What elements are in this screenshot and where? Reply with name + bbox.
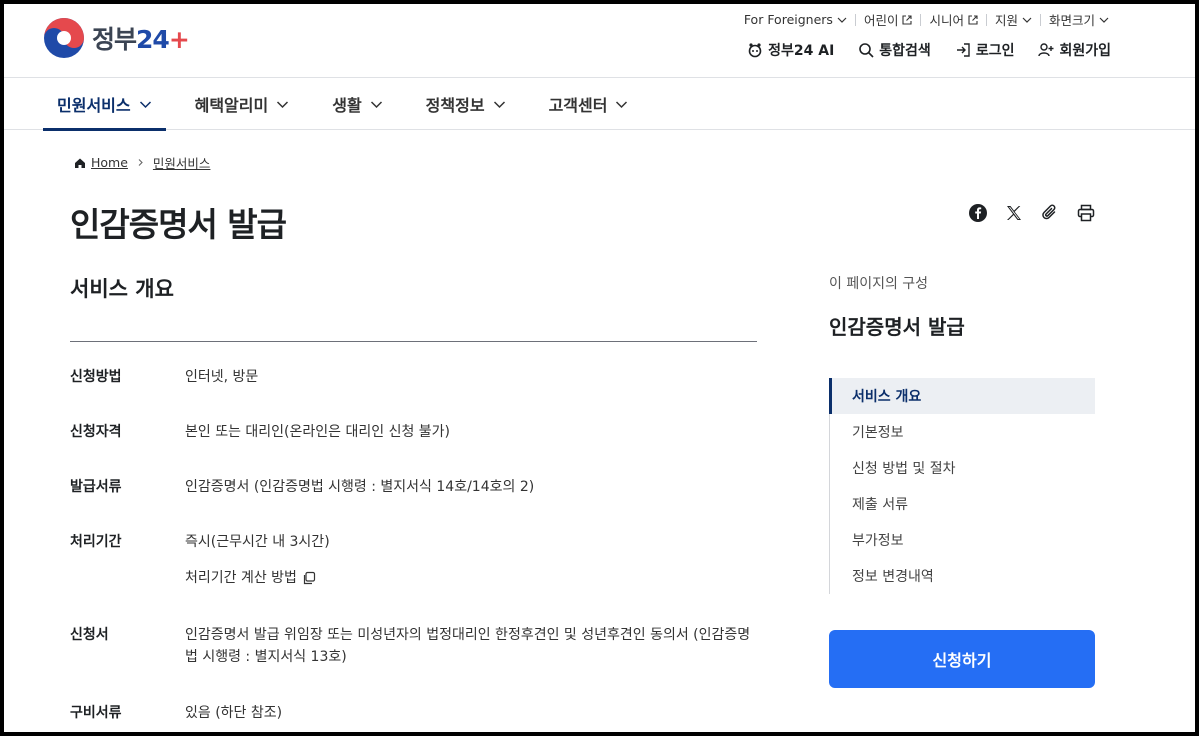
site-header: 정부24+ For Foreigners 어린이 시니어 지원 화면크기 정부2… <box>4 4 1195 78</box>
toc-title: 인감증명서 발급 <box>829 315 965 339</box>
gnb-item-civil-service[interactable]: 민원서비스 <box>43 78 166 131</box>
signup-button[interactable]: 회원가입 <box>1038 40 1111 60</box>
toc-item-documents[interactable]: 제출 서류 <box>830 486 1095 522</box>
taegeuk-logo-icon <box>44 18 84 58</box>
info-row: 신청자격 본인 또는 대리인(온라인은 대리인 신청 불가) <box>70 421 760 443</box>
login-button[interactable]: 로그인 <box>955 40 1014 60</box>
search-button[interactable]: 통합검색 <box>858 40 931 60</box>
info-value: 인감증명서 발급 위임장 또는 미성년자의 법정대리인 한정후견인 및 성년후견… <box>185 627 751 665</box>
page-title: 인감증명서 발급 <box>70 205 287 244</box>
gnb-item-policy[interactable]: 정책정보 <box>412 78 520 130</box>
header-actions: 정부24 AI 통합검색 로그인 회원가입 <box>747 40 1111 60</box>
apply-button[interactable]: 신청하기 <box>829 630 1095 688</box>
chevron-down-icon <box>370 100 382 108</box>
main-navigation: 민원서비스 혜택알리미 생활 정책정보 고객센터 <box>4 78 1195 131</box>
breadcrumb-home[interactable]: Home <box>74 155 128 170</box>
share-toolbar <box>968 203 1096 223</box>
chevron-down-icon <box>493 100 505 108</box>
login-icon <box>956 43 970 57</box>
info-row: 처리기간 즉시(근무시간 내 3시간) 처리기간 계산 방법 <box>70 531 760 589</box>
chevron-down-icon <box>1099 17 1109 23</box>
info-label: 신청방법 <box>70 369 122 385</box>
copy-link-button[interactable] <box>1040 203 1060 223</box>
info-label: 신청서 <box>70 627 109 643</box>
info-value: 있음 (하단 참조) <box>185 705 283 721</box>
ai-icon <box>748 43 762 58</box>
info-row: 발급서류 인감증명서 (인감증명법 시행령 : 별지서식 14호/14호의 2) <box>70 476 760 498</box>
toc-item-basic-info[interactable]: 기본정보 <box>830 414 1095 450</box>
info-value: 인감증명서 (인감증명법 시행령 : 별지서식 14호/14호의 2) <box>185 479 535 495</box>
section-divider <box>70 341 757 342</box>
info-label: 발급서류 <box>70 479 122 495</box>
section-title-overview: 서비스 개요 <box>70 277 174 301</box>
search-icon <box>859 43 874 58</box>
home-icon <box>75 158 85 168</box>
toc-item-overview[interactable]: 서비스 개요 <box>829 378 1095 414</box>
x-share-button[interactable] <box>1004 203 1024 223</box>
info-value: 본인 또는 대리인(온라인은 대리인 신청 불가) <box>185 424 451 440</box>
toc-caption: 이 페이지의 구성 <box>829 276 929 292</box>
info-label: 신청자격 <box>70 424 122 440</box>
info-row: 신청서 인감증명서 발급 위임장 또는 미성년자의 법정대리인 한정후견인 및 … <box>70 624 760 668</box>
x-icon <box>1007 206 1021 220</box>
toc-item-change-history[interactable]: 정보 변경내역 <box>830 558 1095 594</box>
user-add-icon <box>1038 43 1054 57</box>
info-value: 즉시(근무시간 내 3시간) <box>185 534 330 550</box>
utility-links: For Foreigners 어린이 시니어 지원 화면크기 <box>736 10 1117 29</box>
chevron-down-icon <box>1022 17 1032 23</box>
print-icon <box>1077 204 1095 222</box>
site-logo[interactable]: 정부24+ <box>42 16 190 60</box>
processing-time-calc-link[interactable]: 처리기간 계산 방법 <box>185 567 760 589</box>
util-link-senior[interactable]: 시니어 <box>921 10 986 29</box>
logo-text: 정부24+ <box>92 25 190 54</box>
link-icon <box>1042 204 1056 220</box>
gnb-item-customer-center[interactable]: 고객센터 <box>535 78 643 130</box>
print-button[interactable] <box>1076 203 1096 223</box>
gnb-item-benefits[interactable]: 혜택알리미 <box>181 78 304 130</box>
breadcrumb-current[interactable]: 민원서비스 <box>153 153 211 172</box>
facebook-share-button[interactable] <box>968 203 988 223</box>
facebook-icon <box>969 204 987 222</box>
chevron-down-icon <box>139 100 151 108</box>
util-link-support[interactable]: 지원 <box>987 10 1040 29</box>
chevron-down-icon <box>616 100 628 108</box>
util-link-kids[interactable]: 어린이 <box>856 10 921 29</box>
util-link-foreigners[interactable]: For Foreigners <box>736 12 855 27</box>
external-link-icon <box>902 14 913 25</box>
info-label: 처리기간 <box>70 534 122 550</box>
chevron-right-icon <box>138 159 143 166</box>
copy-window-icon <box>303 571 316 585</box>
chevron-down-icon <box>837 17 847 23</box>
page-toc: 서비스 개요 기본정보 신청 방법 및 절차 제출 서류 부가정보 정보 변경내… <box>829 378 1095 594</box>
info-row: 구비서류 있음 (하단 참조) <box>70 702 760 724</box>
toc-item-additional-info[interactable]: 부가정보 <box>830 522 1095 558</box>
toc-item-procedure[interactable]: 신청 방법 및 절차 <box>830 450 1095 486</box>
info-label: 구비서류 <box>70 705 122 721</box>
ai-button[interactable]: 정부24 AI <box>747 40 834 60</box>
info-value: 인터넷, 방문 <box>185 369 259 385</box>
info-row: 신청방법 인터넷, 방문 <box>70 366 760 388</box>
gnb-item-life[interactable]: 생활 <box>318 78 396 130</box>
external-link-icon <box>968 14 978 25</box>
chevron-down-icon <box>277 100 289 108</box>
util-link-screen-size[interactable]: 화면크기 <box>1041 10 1117 29</box>
breadcrumb: Home 민원서비스 <box>74 153 210 172</box>
